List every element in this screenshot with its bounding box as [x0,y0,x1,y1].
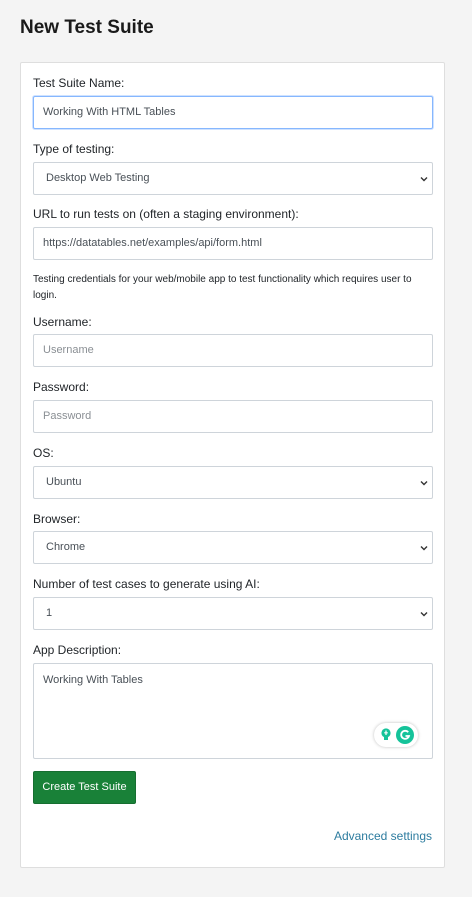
chevron-down-icon [420,481,428,486]
create-test-suite-button[interactable]: Create Test Suite [33,771,136,804]
app-description-value: Working With Tables [43,674,143,686]
os-value: Ubuntu [46,476,82,488]
advanced-settings-link[interactable]: Advanced settings [334,828,432,844]
grammarly-icon [396,726,414,744]
testing-type-label: Type of testing: [33,142,115,156]
new-suite-form: Test Suite Name: Working With HTML Table… [20,62,445,868]
os-select[interactable]: Ubuntu [33,466,433,499]
browser-label: Browser: [33,512,81,526]
page-title: New Test Suite [20,17,154,38]
app-description-textarea[interactable]: Working With Tables [33,663,433,759]
chevron-down-icon [420,546,428,551]
testing-type-select[interactable]: Desktop Web Testing [33,162,433,195]
suite-name-input[interactable]: Working With HTML Tables [33,96,433,129]
lightbulb-icon [381,728,391,740]
grammarly-widget[interactable] [374,723,418,747]
browser-value: Chrome [46,541,86,553]
suite-name-label: Test Suite Name: [33,76,125,90]
url-input[interactable]: https://datatables.net/examples/api/form… [33,227,433,260]
password-input[interactable]: Password [33,400,433,433]
chevron-down-icon [420,177,428,182]
num-cases-select[interactable]: 1 [33,597,433,630]
credentials-help-text: Testing credentials for your web/mobile … [33,274,412,301]
os-label: OS: [33,446,54,460]
username-input[interactable]: Username [33,334,433,367]
num-cases-label: Number of test cases to generate using A… [33,577,260,591]
num-cases-value: 1 [46,607,53,619]
app-description-label: App Description: [33,643,122,657]
chevron-down-icon [420,612,428,617]
username-label: Username: [33,315,92,329]
browser-select[interactable]: Chrome [33,531,433,564]
url-label: URL to run tests on (often a staging env… [33,207,299,221]
testing-type-value: Desktop Web Testing [46,172,150,184]
password-label: Password: [33,380,90,394]
